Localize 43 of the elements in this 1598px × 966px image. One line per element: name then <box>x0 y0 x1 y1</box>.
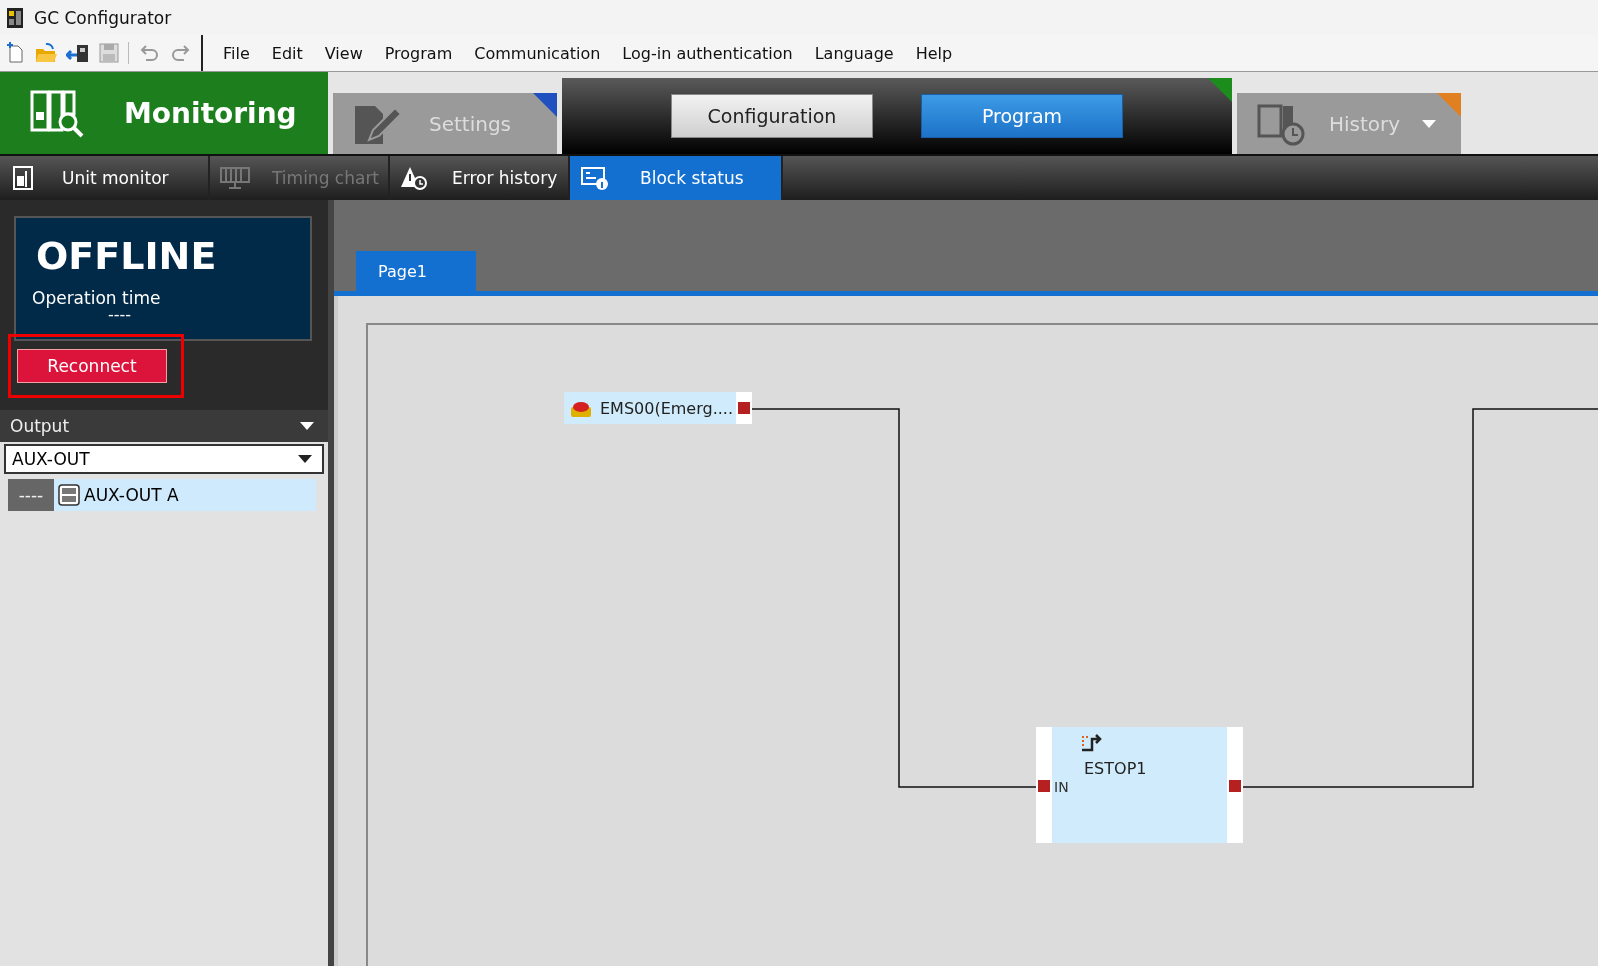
corner-triangle-icon <box>1437 93 1461 117</box>
menu-item[interactable]: Program <box>376 41 461 65</box>
page-tab[interactable]: Page1 <box>356 251 476 291</box>
output-dropdown[interactable]: AUX-OUT <box>4 444 324 474</box>
port-label: IN <box>1054 779 1069 795</box>
operation-time-label: Operation time <box>32 288 162 308</box>
monitoring-tab[interactable]: Monitoring <box>0 72 328 154</box>
new-file-icon[interactable] <box>4 42 26 64</box>
window-title: GC Configurator <box>34 7 172 28</box>
menu-item[interactable]: Help <box>907 41 961 65</box>
menu-item[interactable]: File <box>215 41 258 65</box>
menu-item[interactable]: View <box>316 41 371 65</box>
mode-button[interactable]: Configuration <box>671 94 873 138</box>
input-block[interactable]: EMS00(Emerg.... <box>564 392 752 424</box>
app-icon <box>6 6 24 29</box>
timing-chart-icon <box>220 165 250 191</box>
collapse-caret-icon <box>300 422 314 430</box>
operation-time-value: ---- <box>108 308 133 322</box>
dropdown-caret-icon <box>298 455 312 463</box>
output-status: ---- <box>8 479 54 511</box>
error-history-icon <box>400 165 430 191</box>
menu-item[interactable]: Communication <box>466 41 609 65</box>
output-header[interactable]: Output <box>0 410 328 442</box>
monitor-magnifier-icon <box>30 88 84 138</box>
save-icon[interactable] <box>98 42 120 64</box>
connection-state: OFFLINE <box>36 234 218 278</box>
block-label: ESTOP1 <box>1084 759 1147 778</box>
sub-tab[interactable]: Block status <box>570 156 783 200</box>
reconnect-button[interactable]: Reconnect <box>17 349 167 383</box>
open-folder-icon[interactable] <box>34 42 58 64</box>
exit-arrow-icon <box>1080 733 1104 753</box>
function-block[interactable]: IN ESTOP1 <box>1036 727 1243 843</box>
menu-item[interactable]: Edit <box>263 41 311 65</box>
block-label: EMS00(Emerg.... <box>600 398 733 418</box>
aux-out-icon <box>58 484 80 506</box>
mode-button[interactable]: Program <box>921 94 1123 138</box>
input-port[interactable] <box>1038 780 1050 792</box>
menu-item[interactable]: Language <box>806 41 902 65</box>
dropdown-caret-icon <box>1422 119 1437 128</box>
block-status-icon <box>580 165 610 191</box>
output-list-item[interactable]: ---- AUX-OUT A <box>8 479 316 511</box>
menu-item[interactable]: Log-in authentication <box>614 41 801 65</box>
import-icon[interactable] <box>66 42 90 64</box>
